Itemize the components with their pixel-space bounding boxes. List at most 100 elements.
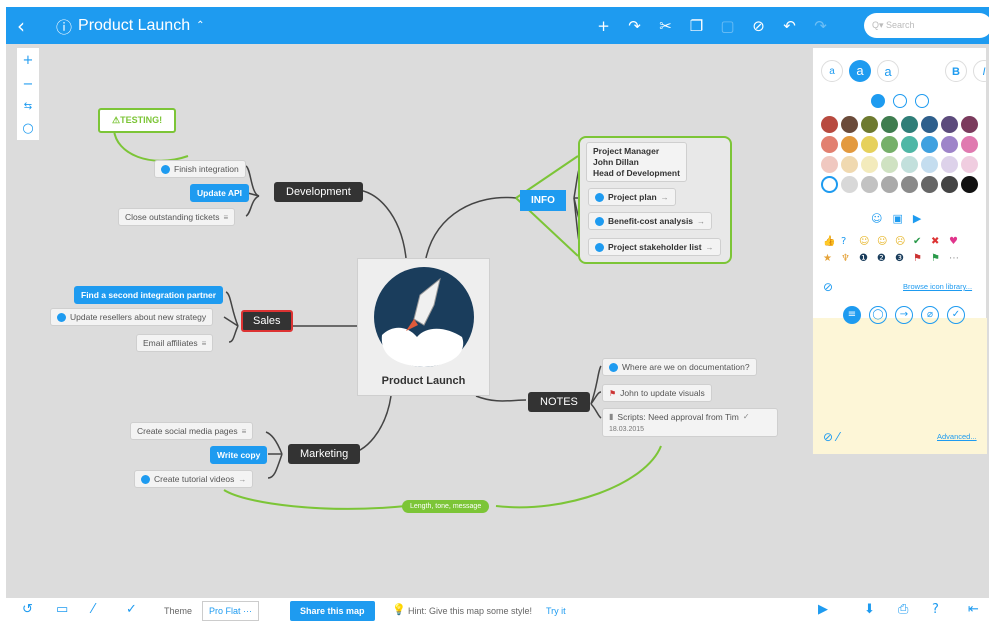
share-map-button[interactable]: Share this map bbox=[290, 601, 375, 621]
color-swatch[interactable] bbox=[881, 116, 898, 133]
map-title[interactable]: ⓘ Product Launch ⌃ bbox=[56, 14, 204, 38]
video-tab-icon[interactable]: ▶ bbox=[913, 212, 921, 225]
smile-icon[interactable]: ☺ bbox=[859, 236, 875, 247]
color-swatch[interactable] bbox=[961, 156, 978, 173]
update-resellers-node[interactable]: Update resellers about new strategy bbox=[50, 308, 214, 326]
number-3-icon[interactable]: ❸ bbox=[895, 253, 911, 264]
project-manager-node[interactable]: Project Manager John Dillan Head of Deve… bbox=[586, 142, 687, 182]
sales-node[interactable]: Sales bbox=[241, 310, 293, 332]
more-icons-icon[interactable]: ⋯ bbox=[949, 253, 965, 264]
color-swatch[interactable] bbox=[861, 116, 878, 133]
color-swatch[interactable] bbox=[821, 176, 838, 193]
undo-icon[interactable]: ↶ bbox=[774, 17, 805, 35]
fill-tab-outline[interactable] bbox=[893, 94, 907, 108]
color-swatch[interactable] bbox=[841, 176, 858, 193]
search-input[interactable]: Q▾ Search bbox=[864, 13, 989, 38]
tutorial-videos-node[interactable]: Create tutorial videos → bbox=[134, 470, 254, 488]
clear-style-icon[interactable]: ⊘ ⁄ bbox=[823, 430, 839, 444]
stakeholder-list-node[interactable]: Project stakeholder list → bbox=[588, 238, 721, 256]
cancel-icon[interactable]: ⊘ bbox=[743, 17, 774, 35]
color-swatch[interactable] bbox=[881, 156, 898, 173]
text-style-medium[interactable]: a bbox=[849, 60, 871, 82]
title-dropdown-icon[interactable]: ⌃ bbox=[196, 20, 204, 31]
update-visuals-node[interactable]: ⚑ John to update visuals bbox=[602, 384, 712, 402]
star-icon[interactable]: ★ bbox=[823, 253, 839, 264]
print-icon[interactable]: ⎙ bbox=[898, 602, 908, 617]
color-swatch[interactable] bbox=[881, 176, 898, 193]
no-icon-icon[interactable]: ⊘ bbox=[823, 280, 833, 294]
color-swatch[interactable] bbox=[961, 136, 978, 153]
check-circle-icon[interactable]: ✔ bbox=[913, 236, 929, 247]
heart-icon[interactable]: ♥ bbox=[949, 236, 965, 247]
benefit-cost-node[interactable]: Benefit-cost analysis → bbox=[588, 212, 713, 230]
color-swatch[interactable] bbox=[901, 116, 918, 133]
image-tab-icon[interactable]: ▣ bbox=[892, 212, 902, 225]
scripts-approval-node[interactable]: ▮ Scripts: Need approval from Tim ✓ 18.03.… bbox=[602, 408, 778, 437]
finish-integration-node[interactable]: Finish integration bbox=[154, 160, 246, 178]
history-icon[interactable]: ↺ bbox=[22, 602, 33, 617]
color-swatch[interactable] bbox=[881, 136, 898, 153]
task-tab-icon[interactable]: ✓ bbox=[947, 306, 965, 324]
x-circle-icon[interactable]: ✖ bbox=[931, 236, 947, 247]
integration-partner-node[interactable]: Find a second integration partner bbox=[74, 286, 224, 304]
email-affiliates-node[interactable]: Email affiliates ≡ bbox=[136, 334, 214, 352]
connect-icon[interactable]: ↷ bbox=[619, 17, 650, 35]
fill-tab-solid[interactable] bbox=[871, 94, 885, 108]
color-swatch[interactable] bbox=[841, 156, 858, 173]
attachment-tab-icon[interactable]: ⌀ bbox=[921, 306, 939, 324]
thumbs-up-icon[interactable]: 👍 bbox=[823, 236, 839, 247]
color-swatch[interactable] bbox=[961, 176, 978, 193]
presentation-icon[interactable]: ▭ bbox=[56, 602, 68, 617]
number-2-icon[interactable]: ❷ bbox=[877, 253, 893, 264]
neutral-face-icon[interactable]: ☺ bbox=[877, 236, 893, 247]
red-flag-icon[interactable]: ⚑ bbox=[913, 253, 929, 264]
color-swatch[interactable] bbox=[841, 136, 858, 153]
color-swatch[interactable] bbox=[861, 156, 878, 173]
help-icon[interactable]: ? bbox=[932, 602, 939, 617]
update-api-node[interactable]: Update API bbox=[190, 184, 250, 202]
browse-icon-library-link[interactable]: Browse icon library... bbox=[903, 282, 972, 291]
back-button[interactable]: ‹ bbox=[6, 14, 36, 38]
color-swatch[interactable] bbox=[861, 136, 878, 153]
color-swatch[interactable] bbox=[821, 156, 838, 173]
development-node[interactable]: Development bbox=[274, 182, 363, 202]
social-media-node[interactable]: Create social media pages ≡ bbox=[130, 422, 254, 440]
color-swatch[interactable] bbox=[921, 136, 938, 153]
redo-icon[interactable]: ↷ bbox=[805, 17, 836, 35]
info-icon[interactable]: ⓘ bbox=[56, 14, 72, 38]
color-swatch[interactable] bbox=[921, 116, 938, 133]
color-swatch[interactable] bbox=[841, 116, 858, 133]
question-icon[interactable]: ? bbox=[841, 236, 857, 247]
relationship-label[interactable]: Length, tone, message bbox=[402, 500, 490, 513]
emoji-tab-icon[interactable]: ☺ bbox=[871, 212, 882, 225]
magic-wand-icon[interactable]: ⁄ bbox=[92, 602, 94, 617]
color-swatch[interactable] bbox=[821, 136, 838, 153]
color-swatch[interactable] bbox=[921, 156, 938, 173]
link-tab-icon[interactable]: → bbox=[895, 306, 913, 324]
paste-icon[interactable]: ▢ bbox=[712, 17, 743, 35]
color-swatch[interactable] bbox=[901, 176, 918, 193]
color-swatch[interactable] bbox=[941, 156, 958, 173]
comment-tab-icon[interactable]: ◯ bbox=[869, 306, 887, 324]
project-plan-node[interactable]: Project plan → bbox=[588, 188, 676, 206]
green-flag-icon[interactable]: ⚑ bbox=[931, 253, 947, 264]
notes-node[interactable]: NOTES bbox=[528, 392, 590, 412]
info-node[interactable]: INFO bbox=[520, 190, 566, 211]
italic-button[interactable]: I bbox=[973, 60, 989, 82]
color-swatch[interactable] bbox=[961, 116, 978, 133]
sad-face-icon[interactable]: ☹ bbox=[895, 236, 911, 247]
trophy-icon[interactable]: ♆ bbox=[841, 253, 857, 264]
advanced-link[interactable]: Advanced... bbox=[937, 432, 977, 441]
download-icon[interactable]: ⬇ bbox=[864, 602, 875, 617]
documentation-note-node[interactable]: Where are we on documentation? bbox=[602, 358, 757, 376]
text-style-small[interactable]: a bbox=[821, 60, 843, 82]
exit-icon[interactable]: ⇤ bbox=[968, 602, 979, 617]
add-icon[interactable]: + bbox=[588, 17, 619, 35]
fill-tab-dot[interactable] bbox=[915, 94, 929, 108]
try-it-link[interactable]: Try it bbox=[546, 606, 566, 616]
copy-icon[interactable]: ❐ bbox=[681, 17, 712, 35]
write-copy-node[interactable]: Write copy bbox=[210, 446, 268, 464]
check-icon[interactable]: ✓ bbox=[126, 602, 137, 617]
close-tickets-node[interactable]: Close outstanding tickets ≡ bbox=[118, 208, 236, 226]
color-swatch[interactable] bbox=[861, 176, 878, 193]
